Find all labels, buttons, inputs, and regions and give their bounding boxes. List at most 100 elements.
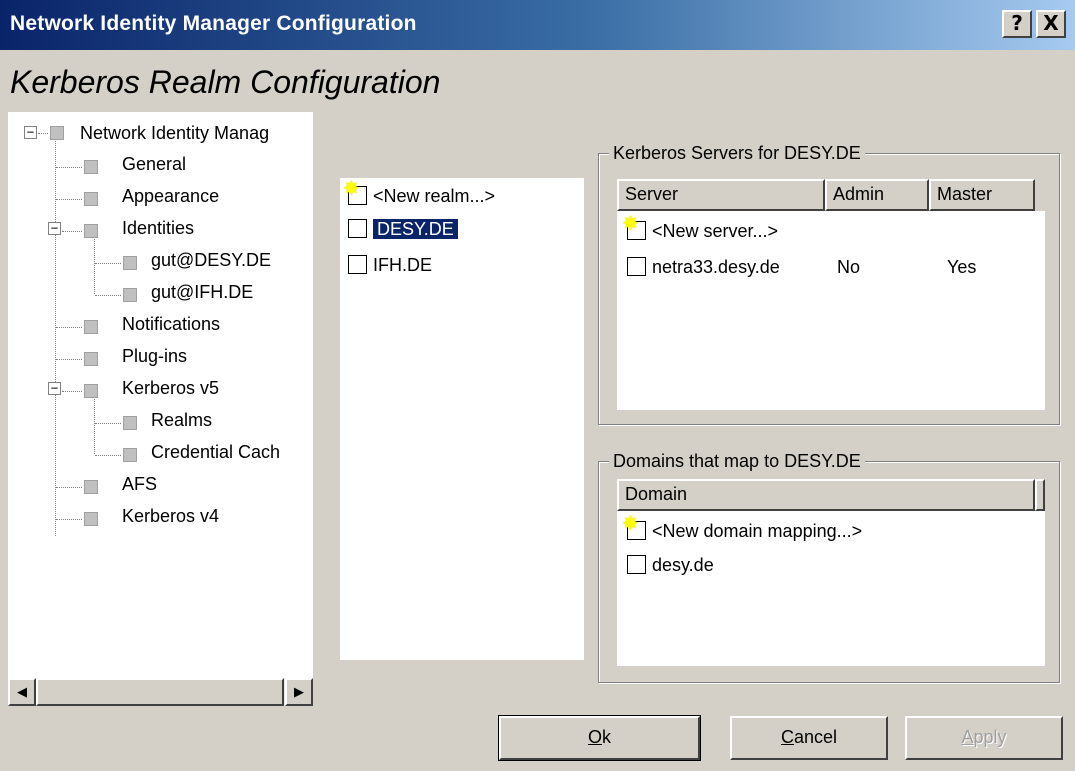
tree-node-icon bbox=[123, 416, 137, 430]
config-tree[interactable]: − Network Identity Manag General Appeara… bbox=[8, 112, 313, 706]
tree-item-label: General bbox=[122, 154, 187, 174]
tree-node-icon bbox=[84, 352, 98, 366]
tree-item-label: Network Identity Manag bbox=[80, 123, 270, 143]
realm-label: IFH.DE bbox=[373, 255, 433, 275]
servers-group-label: Kerberos Servers for DESY.DE bbox=[609, 140, 865, 166]
column-header-spacer bbox=[1035, 479, 1045, 511]
window-title: Network Identity Manager Configuration bbox=[10, 12, 417, 35]
tree-connector bbox=[56, 487, 82, 488]
tree-connector bbox=[94, 397, 95, 454]
apply-button[interactable]: Apply bbox=[905, 716, 1063, 760]
tree-connector bbox=[55, 141, 56, 536]
tree-connector bbox=[56, 519, 82, 520]
tree-connector bbox=[95, 263, 121, 264]
star-icon: ✸ bbox=[343, 178, 360, 200]
scroll-right-icon[interactable]: ▶ bbox=[285, 678, 313, 706]
tree-connector bbox=[95, 295, 121, 296]
server-name: <New server...> bbox=[652, 221, 779, 241]
checkbox-icon[interactable] bbox=[348, 219, 367, 238]
server-row-new[interactable]: ✸ <New server...> bbox=[622, 214, 779, 244]
domain-row[interactable]: desy.de bbox=[627, 552, 714, 578]
domains-groupbox: Domains that map to DESY.DE Domain ✸ <New… bbox=[598, 448, 1060, 683]
realm-item-desy[interactable]: DESY.DE bbox=[348, 216, 459, 242]
page-title: Kerberos Realm Configuration bbox=[10, 64, 441, 100]
tree-item-label: gut@IFH.DE bbox=[151, 282, 254, 302]
tree-item-label: Credential Cach bbox=[151, 442, 281, 462]
column-header-master[interactable]: Master bbox=[929, 179, 1035, 211]
realm-item-new[interactable]: ✸ <New realm...> bbox=[343, 179, 496, 209]
domain-name: <New domain mapping...> bbox=[652, 521, 863, 541]
tree-horizontal-scrollbar[interactable]: ◀ ▶ bbox=[8, 678, 313, 706]
domain-name: desy.de bbox=[652, 555, 714, 575]
tree-node-icon bbox=[84, 320, 98, 334]
checkbox-icon[interactable] bbox=[627, 555, 646, 574]
tree-item-label: gut@DESY.DE bbox=[151, 250, 271, 270]
checkbox-icon[interactable]: ✸ bbox=[343, 179, 367, 205]
tree-item-label: AFS bbox=[122, 474, 158, 494]
checkbox-icon[interactable] bbox=[627, 257, 646, 276]
scroll-left-icon[interactable]: ◀ bbox=[8, 678, 36, 706]
tree-connector bbox=[38, 133, 48, 134]
column-header-admin[interactable]: Admin bbox=[825, 179, 929, 211]
servers-list[interactable]: Server Admin Master ✸ <New server...> net… bbox=[617, 179, 1045, 410]
tree-node-icon bbox=[84, 480, 98, 494]
server-name: netra33.desy.de bbox=[652, 257, 780, 277]
domains-list[interactable]: Domain ✸ <New domain mapping...> desy.de bbox=[617, 479, 1045, 666]
tree-item-label: Kerberos v4 bbox=[122, 506, 220, 526]
cancel-accel: C bbox=[780, 727, 794, 747]
tree-connector bbox=[95, 423, 121, 424]
collapse-icon[interactable]: − bbox=[48, 222, 61, 235]
servers-groupbox: Kerberos Servers for DESY.DE Server Admi… bbox=[598, 140, 1060, 425]
tree-connector bbox=[56, 327, 82, 328]
ok-label-rest: k bbox=[602, 727, 611, 747]
checkbox-icon[interactable]: ✸ bbox=[622, 214, 646, 240]
tree-item-label: Kerberos v5 bbox=[122, 378, 220, 398]
tree-node-icon bbox=[84, 192, 98, 206]
tree-node-icon bbox=[84, 384, 98, 398]
realm-label: <New realm...> bbox=[373, 186, 496, 206]
tree-connector bbox=[95, 455, 121, 456]
tree-node-icon bbox=[123, 288, 137, 302]
star-icon: ✸ bbox=[622, 513, 639, 535]
tree-node-icon bbox=[84, 512, 98, 526]
domains-group-label: Domains that map to DESY.DE bbox=[609, 448, 865, 474]
tree-connector bbox=[94, 237, 95, 294]
star-icon: ✸ bbox=[622, 213, 639, 235]
title-bar: Network Identity Manager Configuration ?… bbox=[0, 0, 1075, 50]
tree-connector bbox=[56, 359, 82, 360]
tree-node-icon bbox=[84, 224, 98, 238]
tree-connector bbox=[56, 167, 82, 168]
tree-item-label: Appearance bbox=[122, 186, 220, 206]
domain-row-new[interactable]: ✸ <New domain mapping...> bbox=[622, 514, 863, 544]
scroll-thumb[interactable] bbox=[36, 678, 284, 706]
tree-node-icon bbox=[123, 448, 137, 462]
server-row[interactable]: netra33.desy.de No Yes bbox=[627, 254, 1037, 280]
realm-list[interactable]: ✸ <New realm...> DESY.DE IFH.DE bbox=[340, 178, 584, 660]
realm-label: DESY.DE bbox=[372, 218, 459, 240]
help-button[interactable]: ? bbox=[1002, 10, 1032, 38]
server-admin: No bbox=[837, 257, 861, 277]
ok-accel: O bbox=[587, 727, 602, 747]
tree-node-icon bbox=[84, 160, 98, 174]
tree-connector bbox=[56, 199, 82, 200]
checkbox-icon[interactable]: ✸ bbox=[622, 514, 646, 540]
column-header-server[interactable]: Server bbox=[617, 179, 825, 211]
apply-accel: A bbox=[961, 727, 974, 747]
collapse-icon[interactable]: − bbox=[24, 126, 37, 139]
ok-button[interactable]: Ok bbox=[498, 715, 701, 761]
column-header-domain[interactable]: Domain bbox=[617, 479, 1035, 511]
tree-connector bbox=[62, 391, 82, 392]
checkbox-icon[interactable] bbox=[348, 255, 367, 274]
realm-item-ifh[interactable]: IFH.DE bbox=[348, 252, 432, 278]
tree-item-label: Identities bbox=[122, 218, 195, 238]
close-button[interactable]: X bbox=[1036, 10, 1066, 38]
domains-list-header: Domain bbox=[617, 479, 1045, 511]
tree-connector bbox=[62, 231, 82, 232]
servers-list-header: Server Admin Master bbox=[617, 179, 1045, 211]
collapse-icon[interactable]: − bbox=[48, 382, 61, 395]
tree-node-icon bbox=[123, 256, 137, 270]
tree-item-label: Plug-ins bbox=[122, 346, 188, 366]
cancel-button[interactable]: Cancel bbox=[730, 716, 888, 760]
tree-item-label: Notifications bbox=[122, 314, 221, 334]
tree-item-label: Realms bbox=[151, 410, 213, 430]
